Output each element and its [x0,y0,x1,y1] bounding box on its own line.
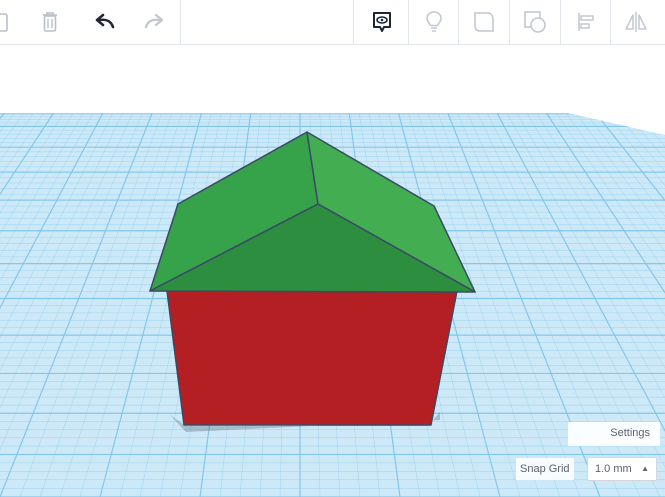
toolbar-divider [408,0,409,44]
paste-icon[interactable] [0,0,20,44]
box-shape[interactable] [166,290,458,426]
caret-up-icon: ▲ [641,464,649,473]
toolbar-divider [180,0,181,44]
light-bulb-icon[interactable] [414,0,454,44]
snap-grid-label: Snap Grid [516,458,574,480]
workplane[interactable] [0,45,665,497]
align-icon[interactable] [566,0,606,44]
undo-icon[interactable] [85,0,125,44]
toolbar-divider [560,0,561,44]
snap-grid-select[interactable]: 1.0 mm ▲ [587,457,657,481]
toolbar-divider [509,0,510,44]
mirror-icon[interactable] [616,0,656,44]
solid-shape-icon[interactable] [464,0,504,44]
workplane-canvas[interactable] [0,45,665,497]
redo-icon[interactable] [134,0,174,44]
settings-button[interactable]: Settings [568,422,660,446]
notes-icon[interactable] [362,0,402,44]
snap-grid-value: 1.0 mm [595,463,632,475]
toolbar-divider [610,0,611,44]
hole-shape-icon[interactable] [515,0,555,44]
delete-icon[interactable] [30,0,70,44]
toolbar [0,0,665,45]
toolbar-divider [353,0,354,44]
toolbar-divider [458,0,459,44]
